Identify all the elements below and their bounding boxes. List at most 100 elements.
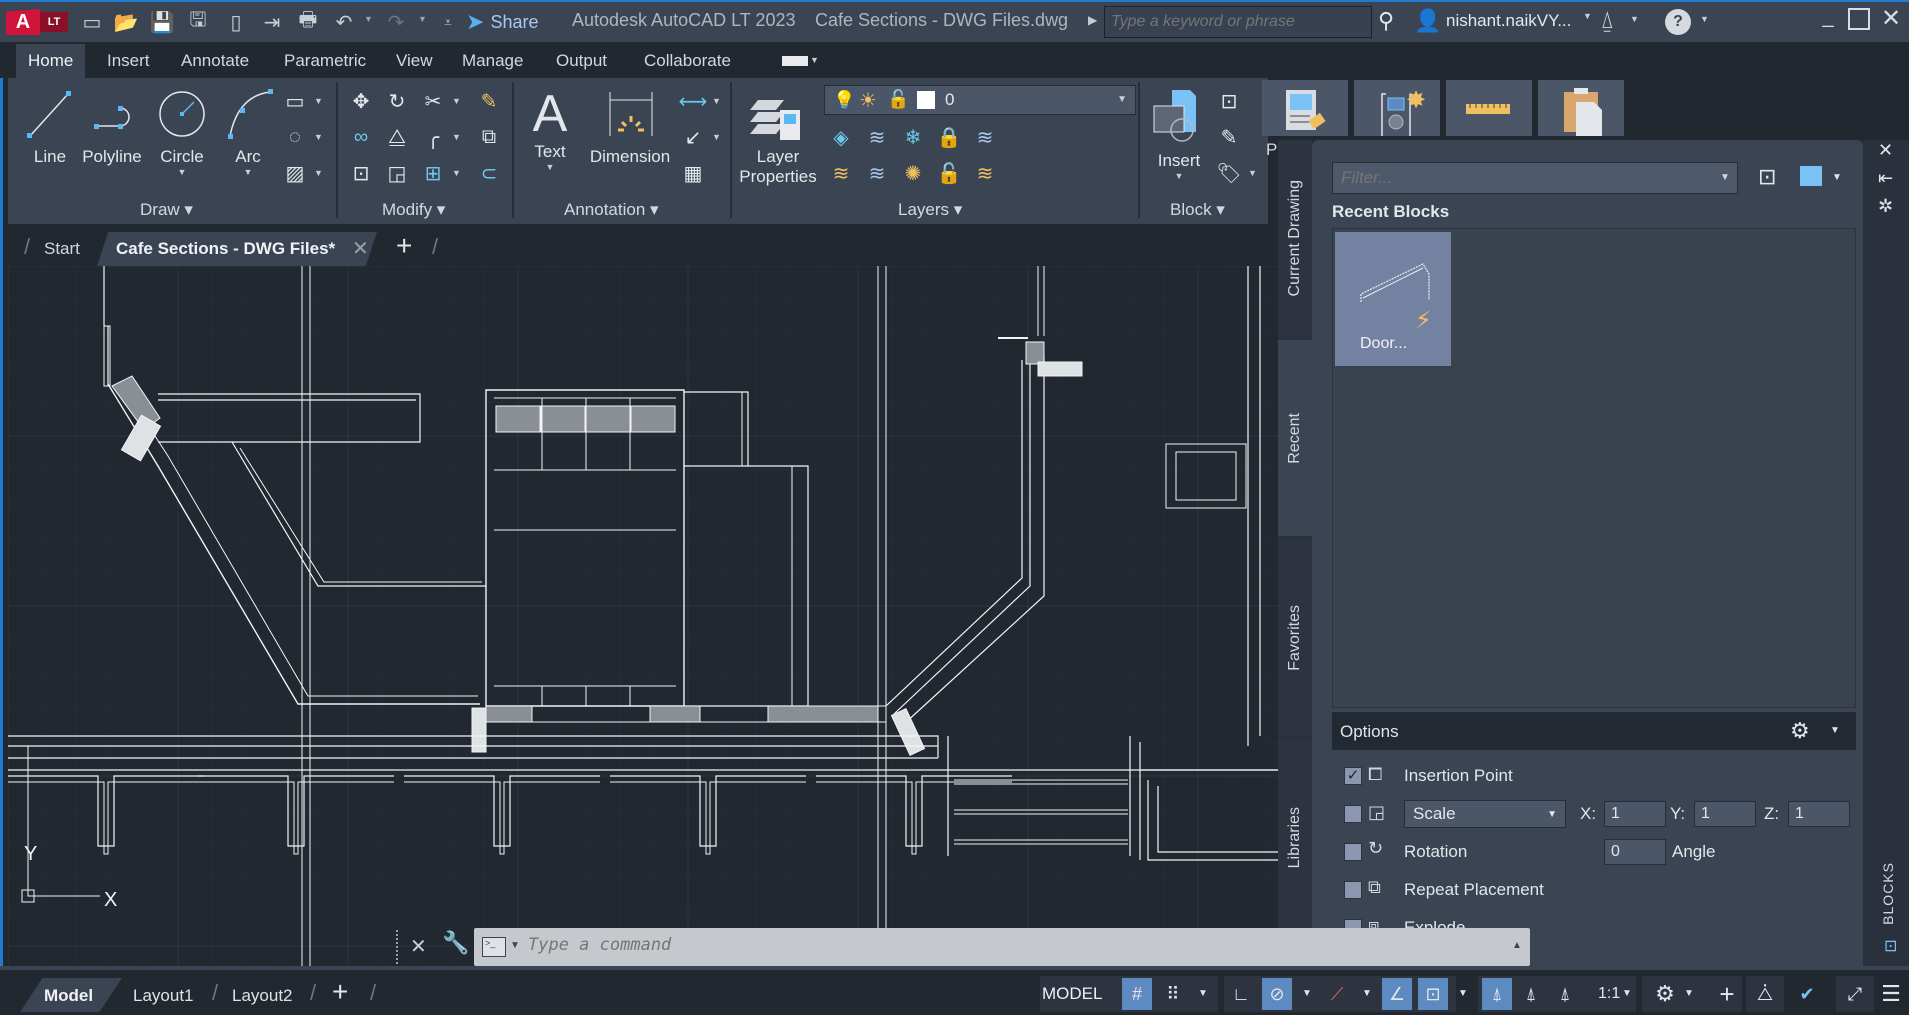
layer-freeze-icon[interactable]: ❄ [898,122,928,152]
palette-tab-current-drawing[interactable]: Current Drawing [1278,140,1312,336]
linear-dimension-icon[interactable]: ⟷ [678,86,708,116]
palette-tab-recent[interactable]: Recent [1278,340,1312,536]
ellipse-icon[interactable]: ◌ [280,122,310,152]
maximize-icon[interactable] [1848,8,1870,30]
object-snap-icon[interactable]: ⊡ [1418,978,1448,1010]
annotation-scale-value[interactable]: 1:1 [1598,985,1620,1003]
layer-on-icon[interactable]: 💡 [833,90,855,111]
help-dropdown-icon[interactable]: ▼ [1700,14,1709,24]
save-web-mobile-icon[interactable]: ⇥ [258,9,286,35]
layer-color-swatch[interactable] [917,91,935,109]
recent-commands-dropdown-icon[interactable]: ▼ [510,940,520,951]
fillet-icon[interactable]: ╭ [418,122,448,152]
search-icon[interactable]: ⚲ [1378,8,1404,34]
annotation-scale-icon[interactable]: ⍋ [1550,978,1580,1010]
auto-scale-icon[interactable]: ⍋ [1516,978,1546,1010]
ellipse-dropdown-icon[interactable]: ▼ [314,132,323,142]
customize-qat-icon[interactable]: ⩡ [434,9,462,35]
tab-insert[interactable]: Insert [95,44,162,78]
user-name[interactable]: nishant.naikVY... [1446,11,1571,31]
ortho-icon[interactable]: ∟ [1226,978,1256,1010]
tab-annotate[interactable]: Annotate [169,44,261,78]
linear-dimension-dropdown-icon[interactable]: ▼ [712,96,721,106]
layers-panel-title[interactable]: Layers ▾ [898,200,962,220]
modify-panel-title[interactable]: Modify ▾ [382,200,445,220]
layer-thaw-icon[interactable]: ☀ [859,88,877,113]
dimension-tool[interactable]: Dimension [582,86,678,167]
scale-checkbox[interactable] [1344,805,1362,823]
rotation-checkbox[interactable] [1344,843,1362,861]
units-icon[interactable]: + [1712,978,1742,1010]
minimize-icon[interactable]: _ [1815,6,1841,36]
command-line-grip[interactable] [396,930,400,964]
layer-properties-tool[interactable]: Layer Properties [736,86,820,187]
recent-commands-icon[interactable]: >_ [482,937,506,957]
layer-match-icon[interactable]: ≋ [862,122,892,152]
edit-block-icon[interactable]: ✎ [1214,122,1244,152]
layer-isolate-icon[interactable]: ≋ [970,122,1000,152]
circle-tool[interactable]: Circle ▼ [148,86,216,177]
layer-lock-icon[interactable]: 🔒 [934,122,964,152]
snap-dropdown-icon[interactable]: ▼ [1198,988,1208,999]
block-filter-input[interactable] [1332,162,1738,194]
block-panel-title[interactable]: Block ▾ [1170,200,1225,220]
open-web-mobile-icon[interactable]: ▯ [222,9,250,35]
polar-tracking-icon[interactable]: ⊘ [1262,978,1292,1010]
graphics-performance-icon[interactable]: ✔ [1792,978,1822,1010]
arc-dropdown-icon[interactable]: ▼ [218,167,278,177]
grid-icon[interactable]: # [1122,978,1152,1010]
layer-unlock-all-icon[interactable]: 🔓 [934,158,964,188]
scale-dropdown[interactable]: Scale ▼ [1404,800,1566,828]
snap-icon[interactable]: ⠿ [1158,978,1188,1010]
undo-dropdown-icon[interactable]: ▼ [364,14,374,28]
open-icon[interactable]: 📂 [112,9,140,35]
hatch-dropdown-icon[interactable]: ▼ [314,168,323,178]
redo-icon[interactable]: ↷ [382,9,410,35]
tab-start[interactable]: Start [44,232,80,266]
autodesk-app-store-icon[interactable]: ⍙ [1600,7,1614,35]
mirror-icon[interactable]: ⧋ [382,122,412,152]
customization-menu-icon[interactable]: ☰ [1876,978,1906,1010]
rotation-angle-field[interactable]: 0 [1604,839,1666,865]
paste-button[interactable] [1538,80,1624,136]
clean-screen-icon[interactable]: ⤢ [1840,978,1870,1010]
layer-unlock-icon[interactable]: 🔓 [887,89,909,110]
polar-dropdown-icon[interactable]: ▼ [1302,988,1312,999]
array-icon[interactable]: ⊞ [418,158,448,188]
layer-turn-all-on-icon[interactable]: ≋ [826,158,856,188]
palette-tab-libraries[interactable]: Libraries [1278,740,1312,936]
new-tab-icon[interactable]: + [396,230,412,262]
properties-palette-button[interactable] [1262,80,1348,136]
polyline-tool[interactable]: Polyline [74,86,150,167]
undo-icon[interactable]: ↶ [330,9,358,35]
draw-panel-title[interactable]: Draw ▾ [140,200,193,220]
layer-off-icon[interactable]: ◈ [826,122,856,152]
close-icon[interactable]: ✕ [1878,4,1904,34]
layout-tab-layout2[interactable]: Layout2 [232,980,293,1012]
help-icon[interactable]: ? [1665,9,1691,35]
isodraft-dropdown-icon[interactable]: ▼ [1362,988,1372,999]
layer-thaw-all-icon[interactable]: ✺ [898,158,928,188]
app-store-dropdown-icon[interactable]: ▼ [1630,14,1639,24]
share-button[interactable]: ➤ Share [466,9,538,35]
palette-properties-icon[interactable]: ✲ [1878,196,1893,217]
workspace-dropdown-icon[interactable]: ▼ [1684,988,1694,999]
insert-block-tool[interactable]: Insert ▼ [1144,86,1214,181]
edit-attributes-dropdown-icon[interactable]: ▼ [1248,168,1257,178]
drawing-canvas[interactable]: XY [8,266,1278,966]
ribbon-minimize-dropdown-icon[interactable]: ▼ [810,55,819,65]
offset-icon[interactable]: ⊂ [474,158,504,188]
ribbon-minimize-button[interactable] [782,56,808,66]
block-palette-button[interactable]: ✸ [1354,80,1440,136]
application-menu-button[interactable]: A LT [6,9,68,35]
layout-tab-model[interactable]: Model [44,980,93,1012]
insert-dropdown-icon[interactable]: ▼ [1144,171,1214,181]
isodraft-icon[interactable]: ⟋ [1322,978,1352,1010]
rotate-icon[interactable]: ↻ [382,86,412,116]
user-icon[interactable]: 👤 [1414,8,1441,34]
text-tool[interactable]: A Text ▼ [520,86,580,172]
table-icon[interactable]: ▦ [678,158,708,188]
command-input[interactable] [528,935,1428,955]
leader-icon[interactable]: ↙ [678,122,708,152]
palette-tab-favorites[interactable]: Favorites [1278,540,1312,736]
